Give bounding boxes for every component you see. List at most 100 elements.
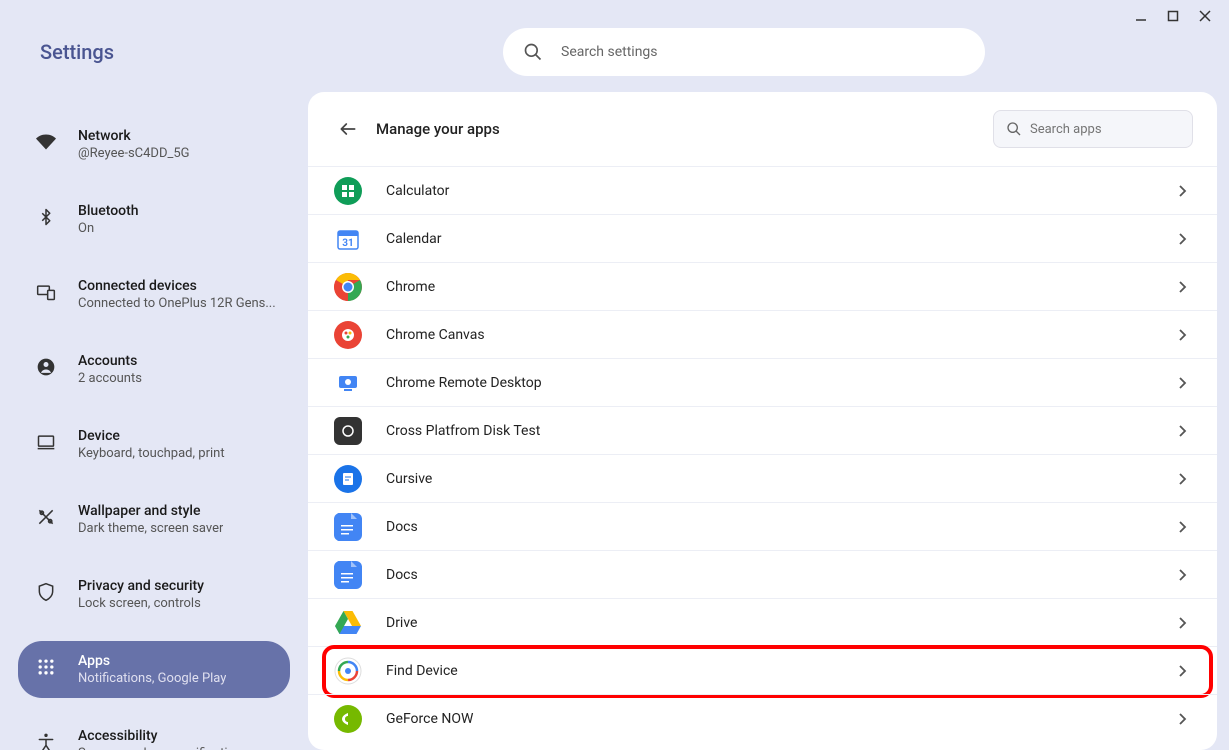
search-apps-input[interactable] bbox=[1030, 122, 1180, 137]
app-name-label: Chrome bbox=[386, 279, 1179, 295]
app-row-cross-platfrom-disk-test[interactable]: Cross Platfrom Disk Test bbox=[308, 406, 1217, 454]
app-row-chrome-canvas[interactable]: Chrome Canvas bbox=[308, 310, 1217, 358]
app-name-label: Find Device bbox=[386, 663, 1179, 679]
app-row-calculator[interactable]: Calculator bbox=[308, 166, 1217, 214]
search-apps[interactable] bbox=[993, 110, 1193, 148]
search-settings-input[interactable] bbox=[561, 44, 965, 60]
chevron-right-icon bbox=[1179, 617, 1187, 629]
cursive-app-icon bbox=[334, 465, 362, 493]
maximize-icon bbox=[1167, 10, 1179, 22]
sidebar-item-sub: 2 accounts bbox=[78, 371, 142, 386]
chevron-right-icon bbox=[1179, 281, 1187, 293]
maximize-button[interactable] bbox=[1157, 0, 1189, 32]
sidebar-item-wallpaper[interactable]: Wallpaper and style Dark theme, screen sa… bbox=[18, 491, 290, 548]
sidebar-item-privacy[interactable]: Privacy and security Lock screen, control… bbox=[18, 566, 290, 623]
app-row-docs[interactable]: Docs bbox=[308, 550, 1217, 598]
chevron-right-icon bbox=[1179, 665, 1187, 677]
sidebar-item-label: Bluetooth bbox=[78, 203, 139, 219]
sidebar-item-apps[interactable]: AppsNotifications, Google Play bbox=[18, 641, 290, 698]
canvas-app-icon bbox=[334, 321, 362, 349]
sidebar-item-sub: Screen reader, magnification bbox=[78, 746, 242, 750]
chevron-right-icon bbox=[1179, 233, 1187, 245]
sidebar: Network@Reyee-sC4DD_5G Bluetooth On Connect… bbox=[0, 92, 308, 750]
chevron-right-icon bbox=[1179, 425, 1187, 437]
app-row-drive[interactable]: Drive bbox=[308, 598, 1217, 646]
sidebar-item-sub: Connected to OnePlus 12R Gens... bbox=[78, 296, 276, 311]
panel-head: Manage your apps bbox=[308, 110, 1217, 166]
sidebar-item-connected[interactable]: Connected devices Connected to OnePlus 12… bbox=[18, 266, 290, 323]
accounts-icon bbox=[34, 355, 58, 379]
back-button[interactable] bbox=[332, 113, 364, 145]
chevron-right-icon bbox=[1179, 713, 1187, 725]
sidebar-item-label: Privacy and security bbox=[78, 578, 204, 594]
header: Settings bbox=[0, 0, 1229, 92]
close-icon bbox=[1198, 9, 1212, 23]
chevron-right-icon bbox=[1179, 377, 1187, 389]
sidebar-item-label: Apps bbox=[78, 653, 226, 669]
app-row-geforce-now[interactable]: GeForce NOW bbox=[308, 694, 1217, 742]
sidebar-item-label: Accessibility bbox=[78, 728, 242, 744]
app-name-label: GeForce NOW bbox=[386, 711, 1179, 727]
minimize-button[interactable] bbox=[1125, 0, 1157, 32]
app-name-label: Chrome Remote Desktop bbox=[386, 375, 1179, 391]
sidebar-item-sub: Dark theme, screen saver bbox=[78, 521, 223, 536]
sidebar-item-network[interactable]: Network@Reyee-sC4DD_5G bbox=[18, 116, 290, 173]
app-row-docs[interactable]: Docs bbox=[308, 502, 1217, 550]
calendar-app-icon: 31 bbox=[334, 225, 362, 253]
panel: Manage your apps Calculator 31 Calendar Chr… bbox=[308, 92, 1217, 750]
search-icon bbox=[523, 42, 543, 62]
sidebar-item-device[interactable]: Device Keyboard, touchpad, print bbox=[18, 416, 290, 473]
chevron-right-icon bbox=[1179, 569, 1187, 581]
network-icon bbox=[34, 130, 58, 154]
app-name-label: Drive bbox=[386, 615, 1179, 631]
app-name-label: Docs bbox=[386, 567, 1179, 583]
sidebar-item-accessibility[interactable]: Accessibility Screen reader, magnificatio… bbox=[18, 716, 290, 750]
geforce-app-icon bbox=[334, 705, 362, 733]
sidebar-item-sub: Keyboard, touchpad, print bbox=[78, 446, 225, 461]
app-name-label: Calendar bbox=[386, 231, 1179, 247]
main: Manage your apps Calculator 31 Calendar Chr… bbox=[308, 92, 1229, 750]
privacy-icon bbox=[34, 580, 58, 604]
sidebar-item-label: Accounts bbox=[78, 353, 142, 369]
sidebar-item-sub: On bbox=[78, 221, 139, 236]
app-row-cursive[interactable]: Cursive bbox=[308, 454, 1217, 502]
app-row-calendar[interactable]: 31 Calendar bbox=[308, 214, 1217, 262]
docs-app-icon bbox=[334, 561, 362, 589]
app-name-label: Cross Platfrom Disk Test bbox=[386, 423, 1179, 439]
chevron-right-icon bbox=[1179, 329, 1187, 341]
device-icon bbox=[34, 430, 58, 454]
search-settings[interactable] bbox=[503, 28, 985, 76]
chrome-app-icon bbox=[334, 273, 362, 301]
svg-text:31: 31 bbox=[342, 238, 353, 249]
app-name-label: Docs bbox=[386, 519, 1179, 535]
minimize-icon bbox=[1134, 9, 1148, 23]
sidebar-item-label: Network bbox=[78, 128, 190, 144]
app-row-chrome[interactable]: Chrome bbox=[308, 262, 1217, 310]
disk-app-icon bbox=[334, 417, 362, 445]
docs-app-icon bbox=[334, 513, 362, 541]
sidebar-item-accounts[interactable]: Accounts 2 accounts bbox=[18, 341, 290, 398]
app-name-label: Cursive bbox=[386, 471, 1179, 487]
drive-app-icon bbox=[334, 609, 362, 637]
app-row-find-device[interactable]: Find Device bbox=[308, 646, 1217, 694]
sidebar-item-sub: Lock screen, controls bbox=[78, 596, 204, 611]
sidebar-item-label: Connected devices bbox=[78, 278, 276, 294]
accessibility-icon bbox=[34, 730, 58, 750]
bluetooth-icon bbox=[34, 205, 58, 229]
app-name-label: Chrome Canvas bbox=[386, 327, 1179, 343]
app-title: Settings bbox=[40, 40, 114, 64]
sidebar-item-label: Wallpaper and style bbox=[78, 503, 223, 519]
find-app-icon bbox=[334, 657, 362, 685]
app-name-label: Calculator bbox=[386, 183, 1179, 199]
close-button[interactable] bbox=[1189, 0, 1221, 32]
page-title: Manage your apps bbox=[376, 120, 500, 138]
sidebar-item-label: Device bbox=[78, 428, 225, 444]
app-row-chrome-remote-desktop[interactable]: Chrome Remote Desktop bbox=[308, 358, 1217, 406]
arrow-left-icon bbox=[338, 119, 358, 139]
connected-icon bbox=[34, 280, 58, 304]
apps-icon bbox=[34, 655, 58, 679]
wallpaper-icon bbox=[34, 505, 58, 529]
calculator-app-icon bbox=[334, 177, 362, 205]
chevron-right-icon bbox=[1179, 521, 1187, 533]
sidebar-item-bluetooth[interactable]: Bluetooth On bbox=[18, 191, 290, 248]
